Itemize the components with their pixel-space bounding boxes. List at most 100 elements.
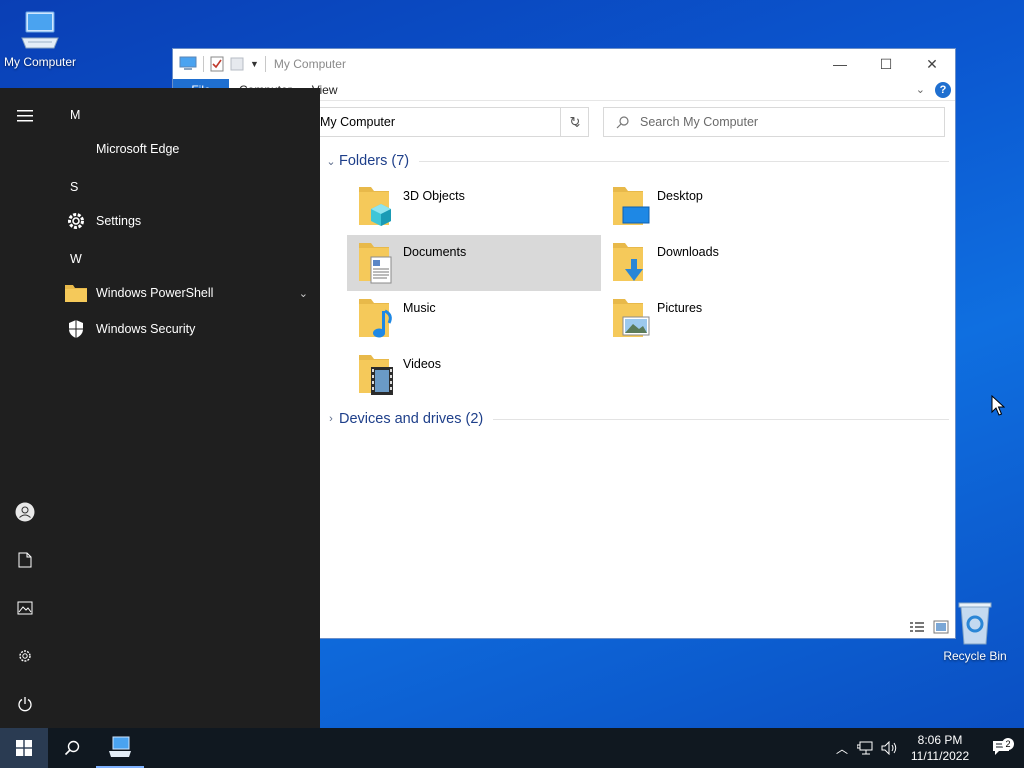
power-icon xyxy=(18,697,32,712)
music-folder-icon xyxy=(357,295,397,341)
edge-icon xyxy=(62,137,90,161)
search-input[interactable]: Search My Computer xyxy=(640,115,758,129)
search-icon xyxy=(616,116,629,129)
folder-label: Music xyxy=(403,301,436,315)
window-controls: — ☐ ✕ xyxy=(817,49,955,79)
notification-badge: 2 xyxy=(1002,738,1014,750)
view-switcher xyxy=(909,620,949,634)
folder-label: Pictures xyxy=(657,301,703,315)
file-list-pane: ⌄ Folders (7) 3D Objects Desktop Documen… xyxy=(323,149,949,638)
taskbar-search-button[interactable] xyxy=(48,728,96,768)
user-avatar-icon xyxy=(15,502,35,522)
properties-icon[interactable] xyxy=(210,56,224,72)
large-icons-view-icon[interactable] xyxy=(933,620,949,634)
desktop-icon-label: Recycle Bin xyxy=(943,649,1007,663)
folder-3d-objects[interactable]: 3D Objects xyxy=(347,179,601,235)
folder-pictures[interactable]: Pictures xyxy=(601,291,855,347)
pictures-button[interactable] xyxy=(13,596,37,620)
account-button[interactable] xyxy=(13,500,37,524)
start-menu-rail xyxy=(0,88,50,728)
desktop-icon-my-computer[interactable]: My Computer xyxy=(0,8,80,69)
documents-folder-icon xyxy=(357,239,397,285)
downloads-folder-icon xyxy=(611,239,651,285)
chevron-down-icon[interactable]: ⌄ xyxy=(299,287,308,300)
shield-icon xyxy=(62,317,90,341)
volume-button[interactable] xyxy=(878,741,902,755)
app-settings[interactable]: Settings xyxy=(62,206,308,236)
system-tray: ︿ 8:06 PM 11/11/2022 2 xyxy=(830,728,1024,768)
settings-button[interactable] xyxy=(13,644,37,668)
search-icon xyxy=(64,740,80,756)
speaker-icon xyxy=(881,741,897,755)
picture-icon xyxy=(17,601,33,615)
videos-folder-icon xyxy=(357,351,397,397)
app-windows-security[interactable]: Windows Security xyxy=(62,314,308,344)
search-box[interactable]: Search My Computer xyxy=(603,107,945,137)
refresh-icon: ↻ xyxy=(569,114,581,129)
devices-group-header[interactable]: › Devices and drives (2) xyxy=(323,407,949,431)
refresh-button[interactable]: ↻ xyxy=(560,107,589,137)
maximize-button[interactable]: ☐ xyxy=(863,49,909,79)
document-icon xyxy=(18,552,32,568)
folder-videos[interactable]: Videos xyxy=(347,347,601,403)
quick-access-toolbar: ▼ xyxy=(179,56,266,72)
folder-label: Desktop xyxy=(657,189,703,203)
folder-icon xyxy=(62,281,90,305)
expand-chevron-icon: › xyxy=(329,413,333,425)
power-button[interactable] xyxy=(13,692,37,716)
folders-group-header[interactable]: ⌄ Folders (7) xyxy=(323,149,949,173)
clock[interactable]: 8:06 PM 11/11/2022 xyxy=(902,732,978,764)
clock-time: 8:06 PM xyxy=(917,733,963,747)
show-hidden-icons-button[interactable]: ︿ xyxy=(830,740,854,757)
network-button[interactable] xyxy=(854,741,878,755)
letter-header-m[interactable]: M xyxy=(70,108,80,122)
clock-date: 11/11/2022 xyxy=(910,749,970,763)
desktop-icon-label: My Computer xyxy=(3,55,77,69)
expand-ribbon-chevron-icon[interactable]: ⌄ xyxy=(916,83,925,96)
divider xyxy=(419,160,949,162)
taskbar-file-explorer[interactable] xyxy=(96,728,144,768)
help-icon[interactable]: ? xyxy=(935,81,951,98)
computer-icon xyxy=(179,56,197,70)
folder-desktop[interactable]: Desktop xyxy=(601,179,855,235)
collapse-chevron-icon: ⌄ xyxy=(326,155,336,168)
expand-menu-button[interactable] xyxy=(13,104,37,128)
divider xyxy=(493,418,949,420)
pictures-folder-icon xyxy=(611,295,651,341)
gear-icon xyxy=(19,650,31,662)
letter-header-w[interactable]: W xyxy=(70,252,82,266)
gear-icon xyxy=(62,209,90,233)
folder-documents[interactable]: Documents xyxy=(347,235,601,291)
folder-label: 3D Objects xyxy=(403,189,465,203)
separator xyxy=(264,56,266,72)
app-label: Windows Security xyxy=(96,322,196,336)
documents-button[interactable] xyxy=(13,548,37,572)
computer-icon xyxy=(21,11,59,49)
new-folder-icon[interactable] xyxy=(230,56,244,72)
folder-downloads[interactable]: Downloads xyxy=(601,235,855,291)
letter-header-s[interactable]: S xyxy=(70,180,78,194)
window-title: My Computer xyxy=(273,57,346,71)
separator xyxy=(203,56,204,72)
app-microsoft-edge[interactable]: Microsoft Edge xyxy=(62,134,308,164)
group-title: Folders (7) xyxy=(339,153,410,169)
hamburger-icon xyxy=(17,110,33,122)
details-view-icon[interactable] xyxy=(909,620,925,634)
folder-label: Downloads xyxy=(657,245,719,259)
folders-grid: 3D Objects Desktop Documents Downloads M… xyxy=(347,179,949,403)
start-menu: M Microsoft Edge S Settings W Windows Po… xyxy=(0,88,320,728)
address-bar[interactable]: My Computer ⌄ xyxy=(313,107,589,137)
action-center-button[interactable]: 2 xyxy=(978,738,1024,756)
minimize-button[interactable]: — xyxy=(817,49,863,79)
desktop-folder-icon xyxy=(611,183,651,229)
title-bar: ▼ My Computer — ☐ ✕ xyxy=(173,49,955,79)
app-label: Microsoft Edge xyxy=(96,142,180,156)
taskbar: ︿ 8:06 PM 11/11/2022 2 xyxy=(0,728,1024,768)
start-button[interactable] xyxy=(0,728,48,768)
mouse-cursor-icon xyxy=(991,395,1005,416)
app-windows-powershell[interactable]: Windows PowerShell ⌄ xyxy=(62,278,308,308)
customize-toolbar-chevron-icon[interactable]: ▼ xyxy=(250,59,259,69)
close-button[interactable]: ✕ xyxy=(909,49,955,79)
recycle-bin-icon xyxy=(958,602,992,645)
folder-music[interactable]: Music xyxy=(347,291,601,347)
